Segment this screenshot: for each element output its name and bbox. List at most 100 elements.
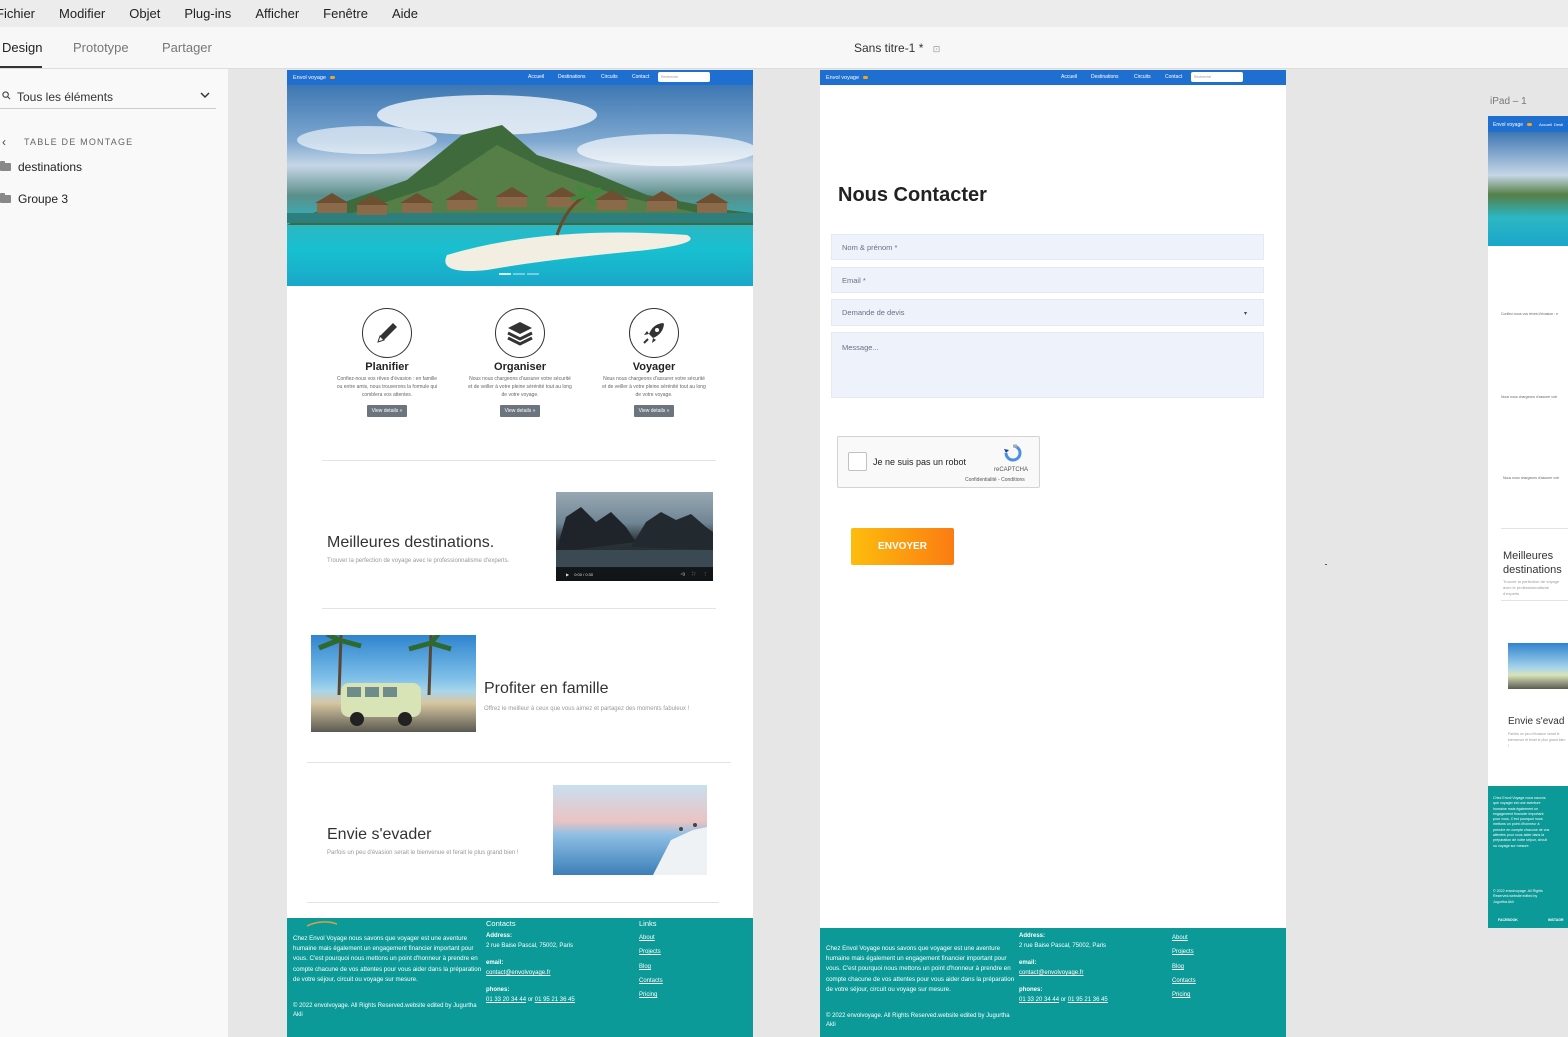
footer-link-about[interactable]: About <box>639 935 655 941</box>
footer-email-link[interactable]: contact@envolvoyage.fr <box>486 970 550 976</box>
tab-design[interactable]: Design <box>2 40 42 55</box>
layer-filter-dropdown[interactable]: Tous les éléments <box>0 85 216 109</box>
nav-link-destinations[interactable]: Desti <box>1554 122 1563 127</box>
footer-link-pricing[interactable]: Pricing <box>639 992 657 998</box>
feature-subtitle-evader: Parfois un peu d'évasion serait le bienv… <box>327 850 519 856</box>
nav-link-accueil[interactable]: Accueil <box>1539 122 1552 127</box>
site-brand[interactable]: Envol voyage <box>826 75 868 81</box>
hero-island-illustration <box>287 95 753 275</box>
artboard-ipad-label[interactable]: iPad – 1 <box>1490 96 1527 107</box>
footer-instagram-link[interactable]: INSTAGR <box>1548 918 1564 922</box>
send-button[interactable]: ENVOYER <box>851 528 954 565</box>
footer-link-about[interactable]: About <box>1172 935 1188 941</box>
layer-item-groupe-3[interactable]: Groupe 3 <box>0 192 68 206</box>
video-time: 0:00 / 0:30 <box>574 572 594 577</box>
footer-phone-link[interactable]: 01 95 21 36 45 <box>1068 997 1108 1003</box>
menu-fichier[interactable]: Fichier <box>0 6 35 21</box>
service-title: Voyager <box>632 361 676 373</box>
name-field[interactable]: Nom & prénom * <box>831 234 1264 260</box>
footer-phone-link[interactable]: 01 33 20 34 44 <box>486 997 526 1003</box>
layer-label: destinations <box>18 160 83 174</box>
ipad-feature-title: Envie s'evad <box>1508 716 1565 727</box>
nav-link-circuits[interactable]: Circuits <box>601 74 618 80</box>
service-description: Confiez-nous vos rêves d'évasion : en fa… <box>336 376 438 398</box>
artboard-ipad[interactable]: Envol voyage Accueil Desti Confiez-nous … <box>1488 116 1568 928</box>
view-details-button[interactable]: View details » <box>633 405 675 417</box>
nav-link-contact[interactable]: Contact <box>632 74 649 80</box>
captcha-checkbox[interactable] <box>848 452 867 471</box>
nav-link-accueil[interactable]: Accueil <box>528 74 544 80</box>
section-divider <box>1501 600 1568 601</box>
footer-link-blog[interactable]: Blog <box>1172 964 1184 970</box>
footer-phone-link[interactable]: 01 95 21 36 45 <box>535 997 575 1003</box>
document-modified-marker: * <box>918 41 924 55</box>
footer-link-projects[interactable]: Projects <box>639 949 661 955</box>
footer-address: 2 rue Baise Pascal, 75002, Paris <box>1019 943 1107 949</box>
artboard-section-label: TABLE DE MONTAGE <box>24 137 134 147</box>
site-search-input[interactable]: Recherché <box>1191 72 1243 82</box>
contact-page-title: Nous Contacter <box>838 184 987 206</box>
menu-fenetre[interactable]: Fenêtre <box>323 6 368 21</box>
footer-link-blog[interactable]: Blog <box>639 964 651 970</box>
xd-app-window: Fichier Modifier Objet Plug-ins Afficher… <box>0 0 1568 1037</box>
footer-phone-or: or <box>1060 997 1067 1003</box>
footer-facebook-link[interactable]: FACEBOOK <box>1498 918 1518 922</box>
site-search-input[interactable]: Recherché <box>658 72 710 82</box>
artboard-home[interactable]: Envol voyage Accueil Destinations Circui… <box>287 70 753 1037</box>
van-beach-image <box>311 635 476 732</box>
artboard-contact[interactable]: Envol voyage Accueil Destinations Circui… <box>820 70 1286 1037</box>
menu-afficher[interactable]: Afficher <box>255 6 299 21</box>
tab-partager[interactable]: Partager <box>162 40 212 55</box>
footer-phone-link[interactable]: 01 33 20 34 44 <box>1019 997 1059 1003</box>
footer-phones: 01 33 20 34 44 or 01 95 21 36 45 <box>486 997 575 1003</box>
footer-email-link[interactable]: contact@envolvoyage.fr <box>1019 970 1083 976</box>
captcha-privacy-links[interactable]: Confidentialité - Conditions <box>965 477 1025 483</box>
footer-link-projects[interactable]: Projects <box>1172 949 1194 955</box>
footer-address-label: Address: <box>1019 933 1046 939</box>
nav-link-destinations[interactable]: Destinations <box>1091 74 1119 80</box>
nav-link-destinations[interactable]: Destinations <box>558 74 586 80</box>
menu-plugins[interactable]: Plug-ins <box>184 6 231 21</box>
site-brand[interactable]: Envol voyage <box>1493 122 1532 128</box>
van-beach-image <box>1508 643 1568 689</box>
view-details-button[interactable]: View details » <box>499 405 541 417</box>
section-divider <box>322 608 716 609</box>
site-footer: Chez Envol Voyage nous savons que voyage… <box>1488 786 1568 928</box>
pencil-icon <box>362 308 412 358</box>
chevron-left-icon[interactable]: ‹ <box>2 135 7 149</box>
footer-phones-label: phones: <box>486 987 510 993</box>
search-icon <box>2 91 11 100</box>
tab-prototype[interactable]: Prototype <box>73 40 129 55</box>
footer-link-contacts[interactable]: Contacts <box>639 978 663 984</box>
menu-objet[interactable]: Objet <box>129 6 160 21</box>
fullscreen-icon[interactable]: ⛶ <box>692 571 695 576</box>
email-field[interactable]: Email * <box>831 267 1264 293</box>
layer-item-destinations[interactable]: destinations <box>0 160 82 174</box>
request-type-value: Demande de devis <box>842 308 905 317</box>
footer-link-contacts[interactable]: Contacts <box>1172 978 1196 984</box>
ipad-feature-title: Meilleures destinations <box>1503 550 1562 576</box>
volume-icon[interactable]: ◁) <box>681 571 685 576</box>
site-brand[interactable]: Envol voyage <box>293 75 335 81</box>
message-textarea[interactable]: Message... <box>831 332 1264 398</box>
footer-copyright: © 2022 envolvoyage. All Rights Reserved.… <box>1493 889 1543 904</box>
footer-contacts-title: Contacts <box>486 919 516 928</box>
menu-modifier[interactable]: Modifier <box>59 6 105 21</box>
nav-link-circuits[interactable]: Circuits <box>1134 74 1151 80</box>
site-footer: Chez Envol Voyage nous savons que voyage… <box>287 918 753 1037</box>
view-details-button[interactable]: View details » <box>366 405 408 417</box>
footer-phones-label: phones: <box>1019 987 1043 993</box>
footer-link-pricing[interactable]: Pricing <box>1172 992 1190 998</box>
site-navbar: Envol voyage Accueil Destinations Circui… <box>287 70 753 85</box>
video-controls[interactable]: ▶ 0:00 / 0:30 ◁) ⛶ ⋮ <box>556 567 713 581</box>
nav-link-contact[interactable]: Contact <box>1165 74 1182 80</box>
service-title: Organiser <box>494 361 546 373</box>
play-icon[interactable]: ▶ <box>566 572 569 577</box>
request-type-select[interactable]: Demande de devis ▾ <box>831 299 1264 326</box>
nav-link-accueil[interactable]: Accueil <box>1061 74 1077 80</box>
feature-subtitle-destinations: Trouver la perfection de voyage avec le … <box>327 558 510 564</box>
more-options-icon[interactable]: ⋮ <box>703 571 707 576</box>
menu-aide[interactable]: Aide <box>392 6 418 21</box>
rocket-icon <box>629 308 679 358</box>
video-player[interactable]: ▶ 0:00 / 0:30 ◁) ⛶ ⋮ <box>556 492 713 581</box>
